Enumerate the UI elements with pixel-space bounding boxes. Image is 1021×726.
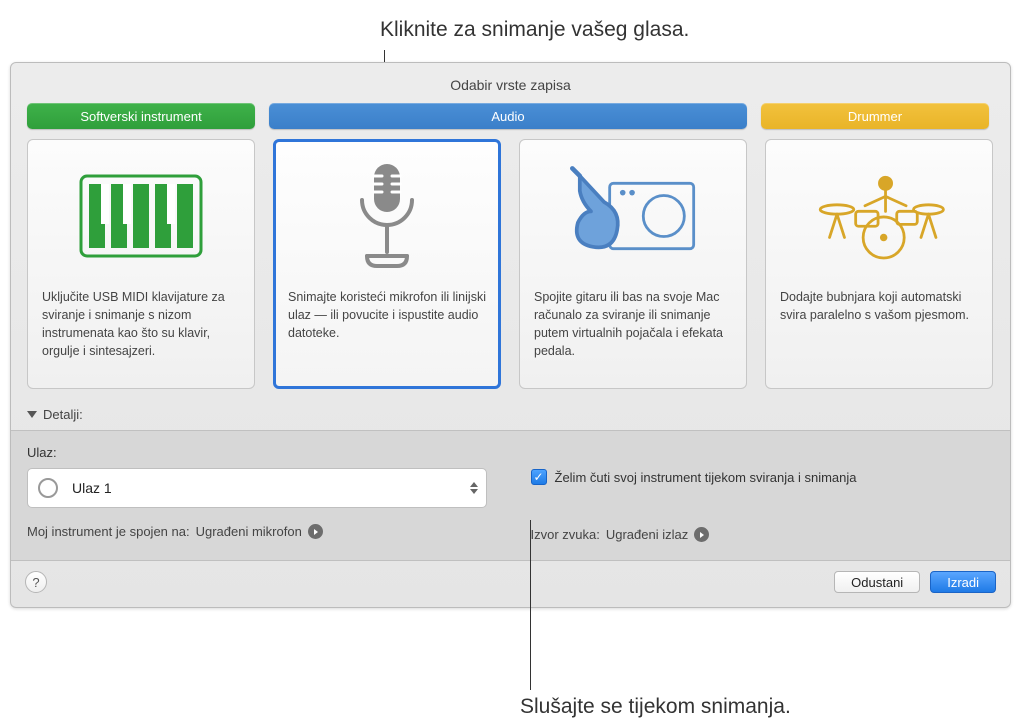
input-label: Ulaz: [27,445,491,460]
input-column: Ulaz: Ulaz 1 Moj instrument je spojen na… [27,445,491,542]
connection-prefix: Moj instrument je spojen na: [27,524,190,539]
tab-software-instrument[interactable]: Softverski instrument [27,103,255,129]
track-type-tabs: Softverski instrument Audio Drummer [11,103,1010,139]
card-text: Spojite gitaru ili bas na svoje Mac raču… [534,288,732,361]
track-type-dialog: Odabir vrste zapisa Softverski instrumen… [10,62,1011,608]
input-channel-icon [38,478,58,498]
input-select[interactable]: Ulaz 1 [27,468,487,508]
connection-value: Ugrađeni mikrofon [196,524,302,539]
create-button[interactable]: Izradi [930,571,996,593]
dialog-title: Odabir vrste zapisa [11,63,1010,103]
connection-link-arrow-icon[interactable] [308,524,323,539]
card-text: Dodajte bubnjara koji automatski svira p… [780,288,978,324]
monitoring-checkbox[interactable]: ✓ [531,469,547,485]
sound-source-link-arrow-icon[interactable] [694,527,709,542]
cancel-button[interactable]: Odustani [834,571,920,593]
details-panel: Ulaz: Ulaz 1 Moj instrument je spojen na… [11,430,1010,561]
card-audio-mic[interactable]: Snimajte koristeći mikrofon ili linijski… [273,139,501,389]
tab-drummer[interactable]: Drummer [761,103,989,129]
monitoring-label: Želim čuti svoj instrument tijekom svira… [555,470,857,485]
instrument-connection-line: Moj instrument je spojen na: Ugrađeni mi… [27,524,491,539]
help-button[interactable]: ? [25,571,47,593]
callout-listen-while-recording: Slušajte se tijekom snimanja. [520,695,791,719]
sound-source-line: Izvor zvuka: Ugrađeni izlaz [531,527,995,542]
keyboard-icon [71,156,211,276]
microphone-icon [317,156,457,276]
chevron-down-icon [27,411,37,418]
sound-source-prefix: Izvor zvuka: [531,527,600,542]
tab-audio[interactable]: Audio [269,103,747,129]
details-label: Detalji: [43,407,83,422]
card-text: Snimajte koristeći mikrofon ili linijski… [288,288,486,342]
card-software-instrument[interactable]: Uključite USB MIDI klavijature za sviran… [27,139,255,389]
callout-line-bottom [530,520,531,690]
card-audio-guitar[interactable]: Spojite gitaru ili bas na svoje Mac raču… [519,139,747,389]
callout-record-voice: Kliknite za snimanje vašeg glasa. [380,18,689,42]
details-disclosure[interactable]: Detalji: [11,403,1010,430]
card-text: Uključite USB MIDI klavijature za sviran… [42,288,240,361]
dialog-footer: ? Odustani Izradi [11,561,1010,607]
stepper-arrows-icon [470,482,478,494]
guitar-amp-icon [563,156,703,276]
input-value: Ulaz 1 [72,480,112,496]
track-type-cards: Uključite USB MIDI klavijature za sviran… [11,139,1010,403]
checkmark-icon: ✓ [533,471,543,483]
card-drummer[interactable]: Dodajte bubnjara koji automatski svira p… [765,139,993,389]
monitoring-column: ✓ Želim čuti svoj instrument tijekom svi… [531,445,995,542]
sound-source-value: Ugrađeni izlaz [606,527,688,542]
drummer-icon [809,156,949,276]
